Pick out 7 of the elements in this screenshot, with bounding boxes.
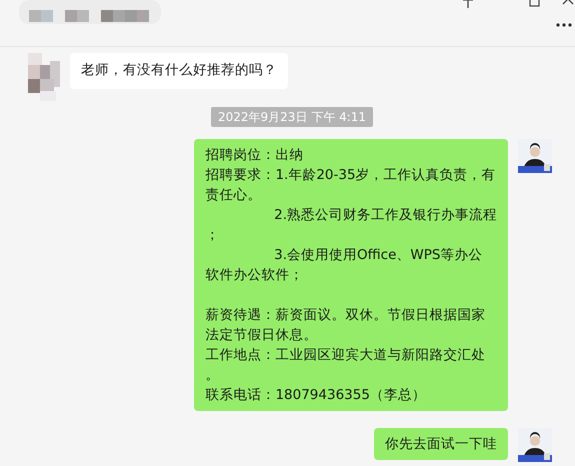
message-bubble: 你先去面试一下哇 xyxy=(374,428,508,460)
message-bubble: 老师，有没有什么好推荐的吗？ xyxy=(70,53,288,89)
avatar[interactable] xyxy=(518,139,552,173)
avatar[interactable] xyxy=(518,428,552,462)
more-icon[interactable] xyxy=(556,23,572,27)
message-bubble: 招聘岗位：出纳 招聘要求：1.年龄20-35岁，工作认真负责，有 责任心。 2.熟悉公司财务工作及银行办事流程 ； 3.会使用使用Office、WPS等办公 软件办公软件； 薪资待遇：薪资面议。双休。节假日根据国家 法定节假日休息。 工作地点：工业园区迎宾大道与新阳路交汇处 。 联系电话：18079436355（李总） xyxy=(194,139,508,411)
timestamp: 2022年9月23日 下午 4:11 xyxy=(211,107,374,127)
